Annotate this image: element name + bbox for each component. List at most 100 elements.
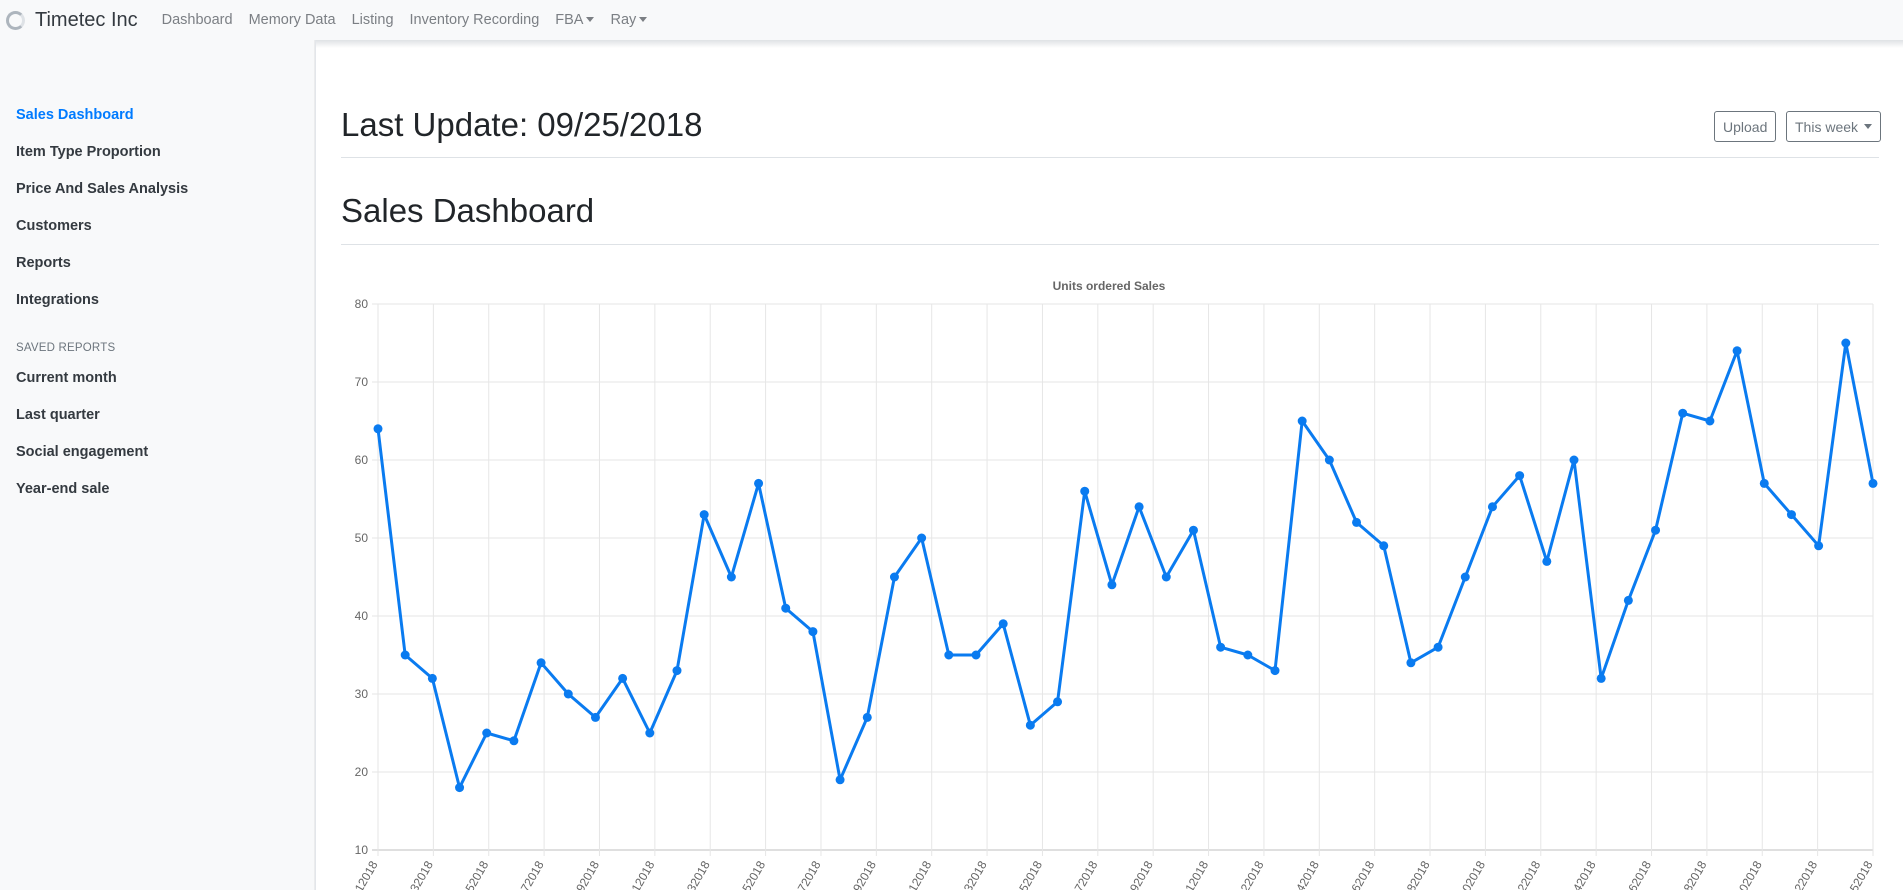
x-tick-label: 192018 xyxy=(847,858,879,890)
date-range-dropdown[interactable]: This week xyxy=(1786,111,1882,142)
data-point xyxy=(1107,580,1117,590)
data-point xyxy=(400,650,410,660)
x-tick-label: 042018 xyxy=(1290,858,1322,890)
chart-title: Units ordered Sales xyxy=(1053,279,1166,293)
data-point xyxy=(781,603,791,613)
x-tick-label: 022018 xyxy=(1234,858,1266,890)
x-tick-label: 252018 xyxy=(1843,858,1875,890)
data-point xyxy=(754,478,764,488)
data-point xyxy=(971,650,981,660)
data-point xyxy=(1651,525,1661,535)
y-tick-label: 80 xyxy=(355,297,369,311)
x-tick-label: 212018 xyxy=(902,858,934,890)
x-tick-label: 012018 xyxy=(348,858,380,890)
saved-report-last-quarter[interactable]: Last quarter xyxy=(16,407,100,423)
data-point xyxy=(1786,510,1796,520)
data-point xyxy=(618,673,628,683)
x-tick-label: 312018 xyxy=(1179,858,1211,890)
data-point xyxy=(1324,455,1334,465)
sidebar-item-item-type-proportion[interactable]: Item Type Proportion xyxy=(16,144,161,160)
x-tick-label: 052018 xyxy=(459,858,491,890)
caret-down-icon xyxy=(639,17,648,22)
caret-down-icon xyxy=(1864,124,1873,129)
x-tick-label: 252018 xyxy=(1013,858,1045,890)
y-tick-label: 40 xyxy=(355,609,369,623)
saved-reports-heading: SAVED REPORTS xyxy=(16,342,116,354)
data-point xyxy=(509,736,519,746)
data-point xyxy=(1161,572,1171,582)
data-point xyxy=(944,650,954,660)
y-tick-label: 30 xyxy=(355,687,369,701)
nav-dashboard[interactable]: Dashboard xyxy=(162,12,233,28)
brand[interactable]: Timetec Inc xyxy=(6,9,138,32)
data-point xyxy=(373,424,383,434)
data-point xyxy=(1216,642,1226,652)
nav-user-dropdown[interactable]: Ray xyxy=(610,12,648,28)
data-point xyxy=(1678,408,1688,418)
data-point xyxy=(672,666,682,676)
nav-fba-dropdown[interactable]: FBA xyxy=(555,12,595,28)
sidebar-item-price-and-sales-analysis[interactable]: Price And Sales Analysis xyxy=(16,181,188,197)
data-point xyxy=(455,783,465,793)
x-tick-label: 122018 xyxy=(1511,858,1543,890)
data-point xyxy=(1705,416,1715,426)
x-tick-label: 182018 xyxy=(1677,858,1709,890)
saved-report-current-month[interactable]: Current month xyxy=(16,370,117,386)
data-point xyxy=(726,572,736,582)
x-tick-label: 172018 xyxy=(791,858,823,890)
data-point xyxy=(1868,478,1878,488)
data-point xyxy=(536,658,546,668)
data-point xyxy=(917,533,927,543)
data-point xyxy=(590,712,600,722)
data-point xyxy=(1596,673,1606,683)
x-tick-label: 202018 xyxy=(1733,858,1765,890)
data-point xyxy=(1134,502,1144,512)
saved-report-year-end-sale[interactable]: Year-end sale xyxy=(16,481,110,497)
sidebar-item-reports[interactable]: Reports xyxy=(16,255,71,271)
x-tick-label: 162018 xyxy=(1622,858,1654,890)
nav-memory-data[interactable]: Memory Data xyxy=(249,12,336,28)
x-tick-label: 032018 xyxy=(404,858,436,890)
saved-report-social-engagement[interactable]: Social engagement xyxy=(16,444,148,460)
last-update-heading: Last Update: 09/25/2018 xyxy=(341,106,703,143)
y-tick-label: 70 xyxy=(355,375,369,389)
x-tick-label: 112018 xyxy=(626,858,658,890)
x-tick-label: 232018 xyxy=(958,858,990,890)
data-point xyxy=(862,712,872,722)
y-tick-label: 20 xyxy=(355,765,369,779)
sidebar-item-customers[interactable]: Customers xyxy=(16,218,92,234)
x-tick-label: 272018 xyxy=(1068,858,1100,890)
upload-button[interactable]: Upload xyxy=(1714,111,1777,142)
data-point xyxy=(1433,642,1443,652)
data-point xyxy=(1352,517,1362,527)
x-tick-label: 142018 xyxy=(1567,858,1599,890)
nav-user-label: Ray xyxy=(610,12,637,28)
nav-listing[interactable]: Listing xyxy=(352,12,394,28)
data-point xyxy=(1542,556,1552,566)
data-point xyxy=(1379,541,1389,551)
data-point xyxy=(1080,486,1090,496)
x-tick-label: 222018 xyxy=(1788,858,1820,890)
data-point xyxy=(835,775,845,785)
top-navbar: Timetec Inc Dashboard Memory Data Listin… xyxy=(0,0,1903,40)
data-point xyxy=(1406,658,1416,668)
data-point xyxy=(1759,478,1769,488)
nav-inventory-recording[interactable]: Inventory Recording xyxy=(410,12,540,28)
data-point xyxy=(1243,650,1253,660)
page-title: Sales Dashboard xyxy=(341,192,595,229)
sidebar-item-sales-dashboard[interactable]: Sales Dashboard xyxy=(16,107,134,123)
data-point xyxy=(998,619,1008,629)
data-point xyxy=(1623,595,1633,605)
data-point xyxy=(889,572,899,582)
data-point xyxy=(1053,697,1063,707)
data-point xyxy=(1460,572,1470,582)
data-point xyxy=(427,673,437,683)
sidebar-item-integrations[interactable]: Integrations xyxy=(16,292,99,308)
chart-grid xyxy=(372,303,1874,856)
date-range-label: This week xyxy=(1795,118,1859,135)
nav-links: Dashboard Memory Data Listing Inventory … xyxy=(162,12,664,28)
nav-fba-label: FBA xyxy=(555,12,584,28)
data-point xyxy=(1732,346,1742,356)
data-point xyxy=(808,627,818,637)
divider xyxy=(341,157,1879,158)
